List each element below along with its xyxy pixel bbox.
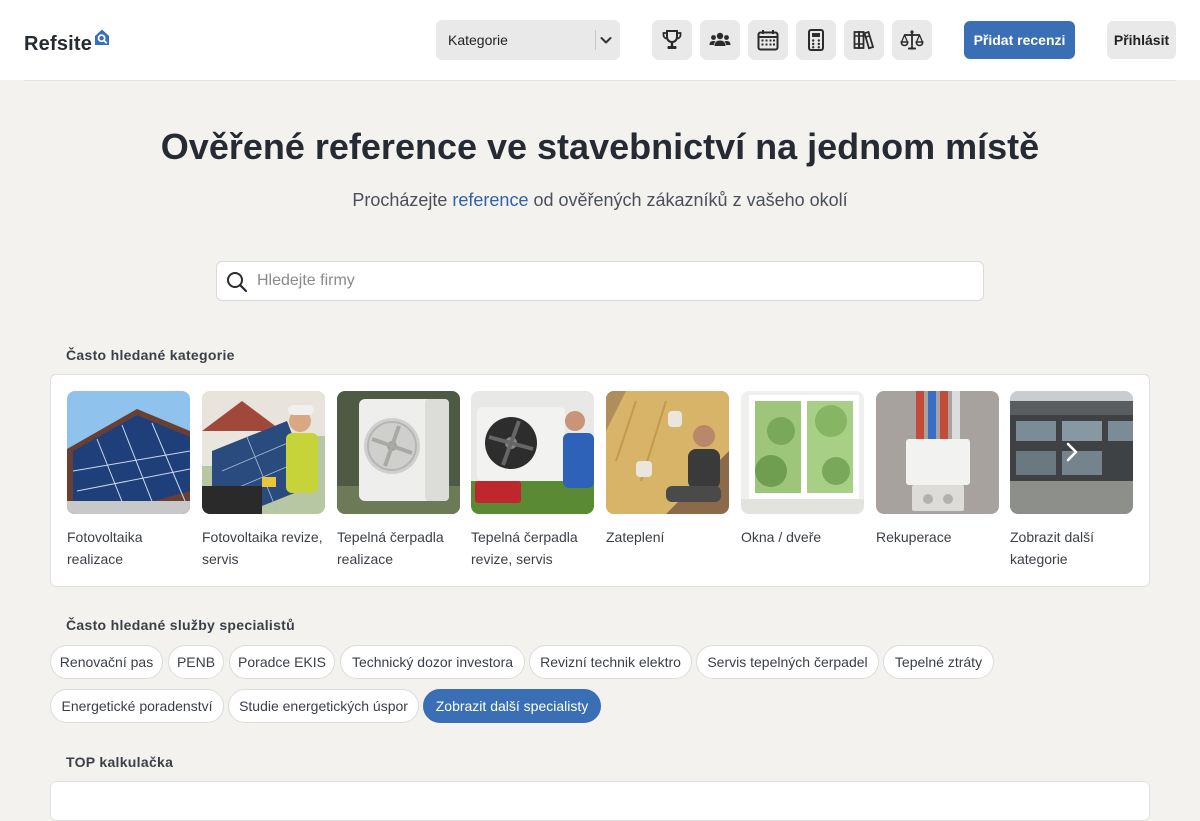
category-label: Okna / dveře	[741, 529, 822, 545]
trophy-button[interactable]	[652, 20, 692, 60]
search-box[interactable]	[216, 261, 984, 301]
select-divider	[595, 30, 596, 50]
search-input[interactable]	[257, 262, 977, 300]
page-subtitle: Procházejte reference od ověřených zákaz…	[0, 190, 1200, 211]
solar-roof-image	[67, 391, 190, 514]
calculator-title: TOP kalkulačka	[66, 754, 174, 770]
calculator-card	[50, 781, 1150, 821]
users-icon	[709, 32, 731, 46]
subtitle-reference-link[interactable]: reference	[452, 190, 528, 210]
calculator-button[interactable]	[796, 20, 836, 60]
header: Refsite Kategorie Přidat recenzi Přihlás…	[0, 0, 1200, 80]
category-label: Fotovoltaika realizace	[67, 529, 143, 567]
chip-studie-uspor[interactable]: Studie energetických úspor	[228, 689, 419, 723]
logo[interactable]: Refsite	[24, 26, 111, 56]
scales-button[interactable]	[892, 20, 932, 60]
categories-title: Často hledané kategorie	[66, 347, 235, 363]
solar-technician-image	[202, 391, 325, 514]
calendar-button[interactable]	[748, 20, 788, 60]
chip-technicky-dozor[interactable]: Technický dozor investora	[340, 645, 525, 679]
logo-text: Refsite	[24, 33, 93, 55]
subtitle-before: Procházejte	[352, 190, 453, 210]
recuperation-unit-image	[876, 391, 999, 514]
chip-tepelne-ztraty[interactable]: Tepelné ztráty	[883, 645, 994, 679]
scales-icon	[900, 30, 924, 50]
insulation-image	[606, 391, 729, 514]
category-select[interactable]: Kategorie	[436, 20, 620, 60]
books-button[interactable]	[844, 20, 884, 60]
calendar-icon	[757, 30, 779, 51]
show-more-specialists-button[interactable]: Zobrazit další specialisty	[423, 689, 601, 723]
category-insulation[interactable]: Zateplení	[606, 391, 729, 548]
category-show-more[interactable]: Zobrazit další kategorie	[1010, 391, 1133, 570]
specialists-title: Často hledané služby specialistů	[66, 617, 295, 633]
category-label: Fotovoltaika revize, servis	[202, 529, 323, 567]
header-divider	[24, 80, 1176, 81]
chip-energeticke-poradenstvi[interactable]: Energetické poradenství	[50, 689, 224, 723]
category-label: Rekuperace	[876, 529, 952, 545]
chip-poradce-ekis[interactable]: Poradce EKIS	[229, 645, 335, 679]
books-icon	[853, 30, 875, 50]
chip-servis-tc[interactable]: Servis tepelných čerpadel	[696, 645, 879, 679]
category-heat-pumps-installation[interactable]: Tepelná čerpadla realizace	[337, 391, 460, 570]
category-select-value: Kategorie	[448, 32, 508, 48]
categories-carousel: Fotovoltaika realizace Fotovoltaika revi…	[50, 374, 1150, 587]
category-label: Tepelná čerpadla realizace	[337, 529, 444, 567]
login-button[interactable]: Přihlásit	[1107, 21, 1176, 59]
category-label: Zobrazit další kategorie	[1010, 529, 1095, 567]
add-review-button[interactable]: Přidat recenzi	[964, 21, 1075, 59]
category-recuperation[interactable]: Rekuperace	[876, 391, 999, 548]
calculator-icon	[808, 29, 824, 51]
page-title: Ověřené reference ve stavebnictví na jed…	[160, 126, 1040, 167]
category-windows-doors[interactable]: Okna / dveře	[741, 391, 864, 548]
chevron-down-icon	[600, 37, 612, 44]
chip-renovacni-pas[interactable]: Renovační pas	[50, 645, 163, 679]
carousel-next-icon[interactable]	[1061, 437, 1083, 467]
search-icon	[227, 272, 248, 293]
users-button[interactable]	[700, 20, 740, 60]
category-heat-pumps-service[interactable]: Tepelná čerpadla revize, servis	[471, 391, 594, 570]
category-photovoltaics-service[interactable]: Fotovoltaika revize, servis	[202, 391, 325, 570]
category-photovoltaics-installation[interactable]: Fotovoltaika realizace	[67, 391, 190, 570]
category-label: Zateplení	[606, 529, 665, 545]
logo-house-search-icon	[93, 28, 111, 46]
chip-penb[interactable]: PENB	[168, 645, 224, 679]
heat-pump-service-image	[471, 391, 594, 514]
trophy-icon	[662, 30, 682, 49]
heat-pump-image	[337, 391, 460, 514]
window-image	[741, 391, 864, 514]
subtitle-after: od ověřených zákazníků z vašeho okolí	[528, 190, 848, 210]
category-label: Tepelná čerpadla revize, servis	[471, 529, 578, 567]
chip-revizni-technik[interactable]: Revizní technik elektro	[529, 645, 692, 679]
